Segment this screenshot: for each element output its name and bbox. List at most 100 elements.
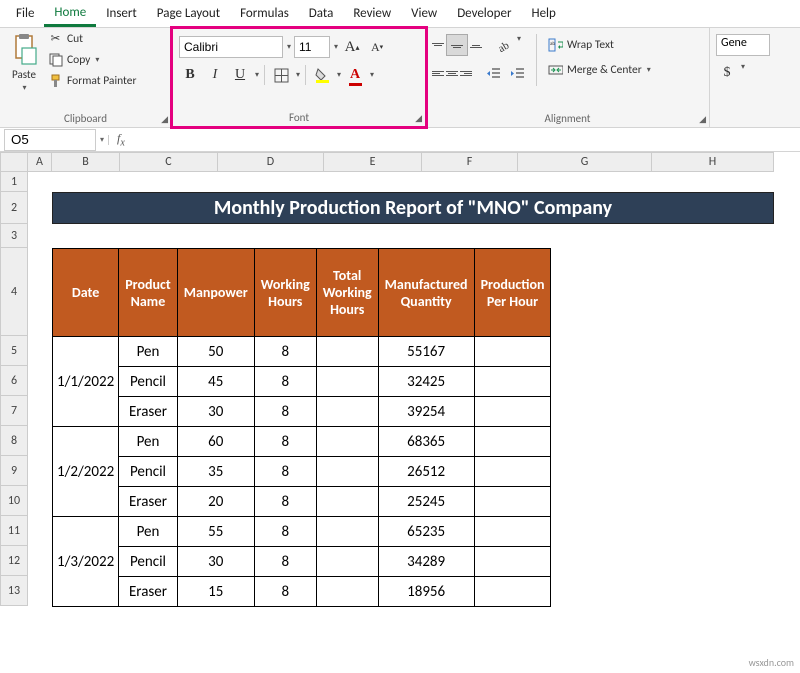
col-header-H[interactable]: H bbox=[652, 152, 774, 172]
col-header-A[interactable]: A bbox=[28, 152, 52, 172]
row-header-5[interactable]: 5 bbox=[0, 336, 28, 366]
col-header-cell[interactable]: Total Working Hours bbox=[316, 249, 378, 337]
cell[interactable]: 32425 bbox=[378, 367, 474, 397]
col-header-cell[interactable]: Date bbox=[53, 249, 119, 337]
orientation-button[interactable]: ab bbox=[492, 34, 514, 56]
cell[interactable]: 8 bbox=[254, 547, 316, 577]
cell[interactable]: 8 bbox=[254, 367, 316, 397]
row-header-9[interactable]: 9 bbox=[0, 456, 28, 486]
cell[interactable]: 8 bbox=[254, 397, 316, 427]
cell[interactable]: 30 bbox=[177, 547, 254, 577]
cell[interactable]: 55167 bbox=[378, 337, 474, 367]
dialog-launcher-icon[interactable]: ◢ bbox=[699, 114, 706, 125]
row-header-7[interactable]: 7 bbox=[0, 396, 28, 426]
tab-help[interactable]: Help bbox=[521, 2, 565, 25]
cell[interactable] bbox=[474, 397, 551, 427]
cell[interactable]: 45 bbox=[177, 367, 254, 397]
cell[interactable] bbox=[316, 367, 378, 397]
col-header-C[interactable]: C bbox=[120, 152, 218, 172]
row-header-6[interactable]: 6 bbox=[0, 366, 28, 396]
increase-font-button[interactable]: A▴ bbox=[341, 36, 363, 58]
cell[interactable]: 8 bbox=[254, 427, 316, 457]
cell[interactable]: 8 bbox=[254, 337, 316, 367]
cell[interactable]: 8 bbox=[254, 517, 316, 547]
tab-developer[interactable]: Developer bbox=[447, 2, 521, 25]
align-bottom-button[interactable] bbox=[470, 34, 482, 56]
row-header-11[interactable]: 11 bbox=[0, 516, 28, 546]
cell[interactable] bbox=[316, 337, 378, 367]
row-header-1[interactable]: 1 bbox=[0, 172, 28, 192]
tab-review[interactable]: Review bbox=[343, 2, 401, 25]
cell[interactable] bbox=[474, 367, 551, 397]
fill-color-button[interactable] bbox=[311, 64, 333, 86]
font-name-select[interactable] bbox=[179, 36, 283, 58]
cell[interactable]: 25245 bbox=[378, 487, 474, 517]
cell[interactable]: Eraser bbox=[119, 577, 178, 607]
title-cell[interactable]: Monthly Production Report of "MNO" Compa… bbox=[52, 192, 774, 224]
cell-date[interactable]: 1/3/2022 bbox=[53, 517, 119, 607]
chevron-down-icon[interactable]: ▾ bbox=[741, 62, 745, 84]
number-format-select[interactable]: Gene bbox=[716, 34, 770, 56]
font-size-select[interactable] bbox=[294, 36, 330, 58]
cell[interactable] bbox=[474, 487, 551, 517]
cell[interactable]: Eraser bbox=[119, 397, 178, 427]
name-box[interactable] bbox=[4, 129, 96, 151]
cell[interactable] bbox=[316, 487, 378, 517]
cut-button[interactable]: ✂Cut bbox=[45, 30, 139, 47]
row-header-13[interactable]: 13 bbox=[0, 576, 28, 606]
cell[interactable] bbox=[474, 577, 551, 607]
cell[interactable]: 55 bbox=[177, 517, 254, 547]
merge-center-button[interactable]: Merge & Center▾ bbox=[545, 61, 654, 78]
col-header-F[interactable]: F bbox=[422, 152, 518, 172]
row-header-3[interactable]: 3 bbox=[0, 224, 28, 248]
cell[interactable]: 34289 bbox=[378, 547, 474, 577]
align-center-button[interactable] bbox=[446, 62, 458, 84]
align-left-button[interactable] bbox=[432, 62, 444, 84]
underline-button[interactable]: U bbox=[229, 64, 251, 86]
chevron-down-icon[interactable]: ▾ bbox=[370, 70, 374, 80]
select-all-corner[interactable] bbox=[0, 152, 28, 172]
col-header-G[interactable]: G bbox=[518, 152, 652, 172]
cell[interactable]: 8 bbox=[254, 457, 316, 487]
col-header-E[interactable]: E bbox=[324, 152, 422, 172]
cell[interactable]: Pen bbox=[119, 427, 178, 457]
col-header-cell[interactable]: Manpower bbox=[177, 249, 254, 337]
borders-button[interactable] bbox=[270, 64, 292, 86]
align-middle-button[interactable] bbox=[446, 34, 468, 56]
cell[interactable] bbox=[316, 427, 378, 457]
cell[interactable] bbox=[316, 547, 378, 577]
cell-date[interactable]: 1/2/2022 bbox=[53, 427, 119, 517]
chevron-down-icon[interactable]: ▾ bbox=[287, 42, 291, 52]
decrease-font-button[interactable]: A▾ bbox=[366, 36, 388, 58]
align-right-button[interactable] bbox=[460, 62, 472, 84]
cell[interactable]: 20 bbox=[177, 487, 254, 517]
dialog-launcher-icon[interactable]: ◢ bbox=[415, 113, 422, 124]
cell[interactable] bbox=[474, 517, 551, 547]
cell[interactable] bbox=[474, 427, 551, 457]
worksheet[interactable]: ABCDEFGH 12345678910111213 Monthly Produ… bbox=[0, 152, 800, 172]
cell[interactable]: Pen bbox=[119, 337, 178, 367]
wrap-text-button[interactable]: abWrap Text bbox=[545, 36, 654, 53]
data-table[interactable]: DateProduct NameManpowerWorking HoursTot… bbox=[52, 248, 551, 607]
format-painter-button[interactable]: Format Painter bbox=[45, 72, 139, 89]
chevron-down-icon[interactable]: ▾ bbox=[296, 70, 300, 80]
row-header-4[interactable]: 4 bbox=[0, 248, 28, 336]
row-header-12[interactable]: 12 bbox=[0, 546, 28, 576]
cell[interactable]: Pencil bbox=[119, 367, 178, 397]
cell[interactable]: 8 bbox=[254, 487, 316, 517]
chevron-down-icon[interactable]: ▾ bbox=[337, 70, 341, 80]
cell[interactable]: Pencil bbox=[119, 547, 178, 577]
cell[interactable]: 39254 bbox=[378, 397, 474, 427]
tab-file[interactable]: File bbox=[6, 2, 44, 25]
font-color-button[interactable]: A bbox=[344, 64, 366, 86]
cell[interactable]: 30 bbox=[177, 397, 254, 427]
cell[interactable]: 68365 bbox=[378, 427, 474, 457]
copy-button[interactable]: Copy▾ bbox=[45, 51, 139, 68]
cell[interactable]: 65235 bbox=[378, 517, 474, 547]
paste-button[interactable]: Paste ▾ bbox=[6, 30, 42, 95]
chevron-down-icon[interactable]: ▾ bbox=[100, 135, 109, 145]
cell[interactable] bbox=[316, 577, 378, 607]
col-header-D[interactable]: D bbox=[218, 152, 324, 172]
tab-insert[interactable]: Insert bbox=[96, 2, 147, 25]
cell-date[interactable]: 1/1/2022 bbox=[53, 337, 119, 427]
